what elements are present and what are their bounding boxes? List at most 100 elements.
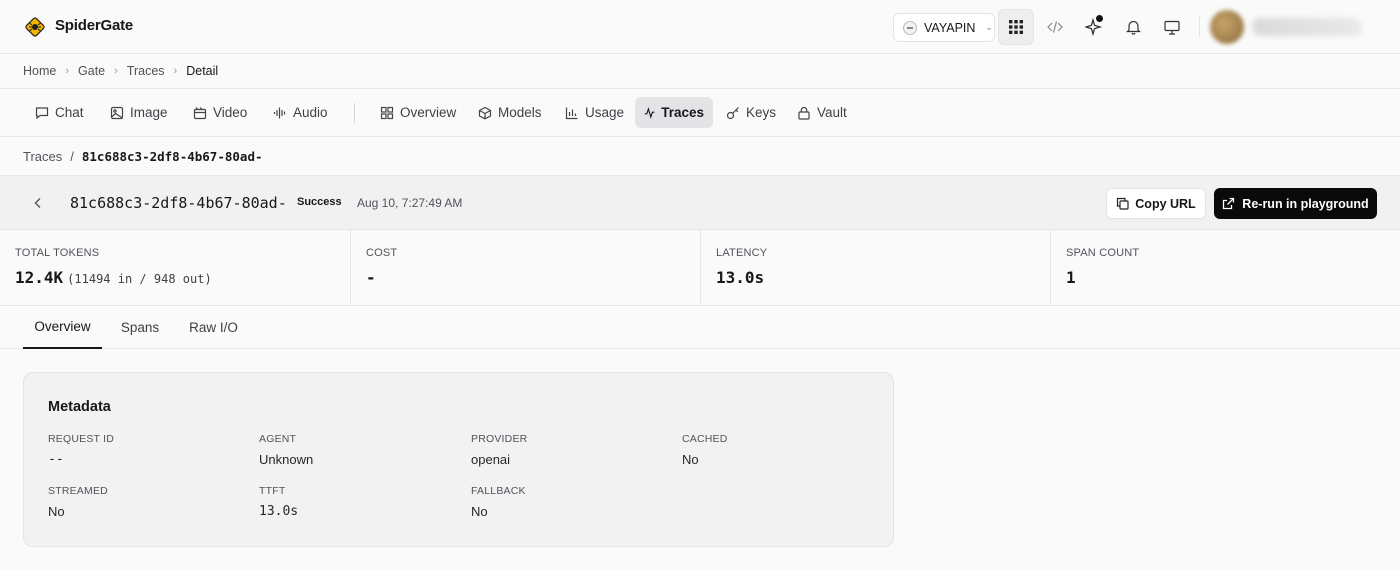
image-icon xyxy=(110,106,124,119)
key-icon xyxy=(726,106,739,119)
audio-waveform-icon xyxy=(273,107,286,118)
stat-label: COST xyxy=(366,247,398,259)
top-bar: SpiderGate VAYAPIN ⌄ xyxy=(0,0,1400,54)
field-value: 13.0s xyxy=(259,504,299,519)
nav-label: Usage xyxy=(585,105,625,120)
chevron-right-icon: › xyxy=(173,65,178,77)
chevron-right-icon: › xyxy=(114,65,118,77)
field-key: STREAMED xyxy=(48,485,108,497)
nav-label: Vault xyxy=(817,105,847,120)
stat-value: - xyxy=(366,268,376,287)
breadcrumb-traces[interactable]: Traces xyxy=(127,64,165,78)
copy-url-label: Copy URL xyxy=(1135,196,1196,211)
notifications-button[interactable] xyxy=(1115,9,1151,45)
code-icon xyxy=(1047,21,1063,33)
org-name: VAYAPIN xyxy=(924,20,976,35)
trace-timestamp: Aug 10, 7:27:49 AM xyxy=(357,196,463,210)
stat-value: 1 xyxy=(1066,268,1076,287)
nav-item-chat[interactable]: Chat xyxy=(26,97,93,128)
breadcrumb-detail: Detail xyxy=(186,64,219,78)
nav-label: Models xyxy=(498,105,542,120)
section-nav: Chat Image Video Audio Overview Models U… xyxy=(0,89,1400,137)
nav-item-models[interactable]: Models xyxy=(469,97,551,128)
field-request-id: REQUEST ID -- xyxy=(48,433,114,467)
field-streamed: STREAMED No xyxy=(48,485,108,519)
chevron-down-icon: ⌄ xyxy=(985,22,993,32)
stat-latency: LATENCY 13.0s xyxy=(700,230,1050,306)
apps-grid-button[interactable] xyxy=(998,9,1034,45)
field-key: TTFT xyxy=(259,485,286,497)
field-value: openai xyxy=(471,452,511,467)
breadcrumb-home[interactable]: Home xyxy=(23,64,56,78)
trace-path: Traces / 81c688c3-2df8-4b67-80ad- xyxy=(23,149,263,164)
nav-item-usage[interactable]: Usage xyxy=(556,97,633,128)
grid-icon xyxy=(380,106,394,119)
field-value: No xyxy=(48,504,65,519)
cube-icon xyxy=(478,106,492,119)
status-badge: Success xyxy=(297,196,342,208)
breadcrumb: Home › Gate › Traces › Detail xyxy=(0,54,1400,89)
field-provider: PROVIDER openai xyxy=(471,433,527,467)
chevron-left-icon xyxy=(34,198,41,208)
back-button[interactable] xyxy=(27,192,49,214)
rerun-label: Re-run in playground xyxy=(1242,196,1369,211)
nav-item-keys[interactable]: Keys xyxy=(717,97,785,128)
field-value: Unknown xyxy=(259,452,314,467)
external-link-icon xyxy=(1223,197,1235,210)
field-key: REQUEST ID xyxy=(48,433,114,445)
monitor-icon xyxy=(1164,20,1180,35)
nav-item-video[interactable]: Video xyxy=(184,97,256,128)
stat-label: LATENCY xyxy=(716,247,768,259)
nav-label: Overview xyxy=(400,105,457,120)
breadcrumb-gate[interactable]: Gate xyxy=(78,64,105,78)
stats-row: TOTAL TOKENS 12.4K (11494 in / 948 out) C… xyxy=(0,230,1400,306)
stat-cost: COST - xyxy=(350,230,700,306)
film-icon xyxy=(193,106,207,119)
tab-raw-io[interactable]: Raw I/O xyxy=(180,306,247,348)
detail-tabs: Overview Spans Raw I/O xyxy=(0,306,1400,349)
nav-item-image[interactable]: Image xyxy=(101,97,177,128)
nav-label: Chat xyxy=(55,105,84,120)
nav-divider xyxy=(354,103,355,123)
code-button[interactable] xyxy=(1037,9,1073,45)
stat-total-tokens: TOTAL TOKENS 12.4K (11494 in / 948 out) xyxy=(0,230,350,306)
grid-dots-icon xyxy=(1009,20,1023,34)
bar-chart-icon xyxy=(565,107,578,119)
rerun-playground-button[interactable]: Re-run in playground xyxy=(1214,188,1377,219)
nav-item-audio[interactable]: Audio xyxy=(264,97,337,128)
user-avatar[interactable] xyxy=(1210,10,1244,44)
field-ttft: TTFT 13.0s xyxy=(259,485,298,519)
nav-item-traces[interactable]: Traces xyxy=(635,97,713,128)
ai-sparkle-button[interactable] xyxy=(1076,9,1112,45)
spider-logo-icon[interactable] xyxy=(23,15,47,39)
stat-value: 13.0s xyxy=(716,268,765,287)
display-button[interactable] xyxy=(1154,9,1190,45)
trace-path-separator: / xyxy=(70,149,74,164)
org-selector[interactable]: VAYAPIN ⌄ xyxy=(893,13,995,42)
field-value: -- xyxy=(48,452,64,467)
field-fallback: FALLBACK No xyxy=(471,485,526,519)
chevron-right-icon: › xyxy=(65,65,70,77)
nav-label: Video xyxy=(213,105,248,120)
user-name-blurred[interactable] xyxy=(1252,18,1362,36)
nav-item-overview[interactable]: Overview xyxy=(371,97,465,128)
field-key: CACHED xyxy=(682,433,728,445)
field-value: No xyxy=(471,504,488,519)
nav-label: Traces xyxy=(661,105,704,120)
field-key: PROVIDER xyxy=(471,433,528,445)
field-agent: AGENT Unknown xyxy=(259,433,313,467)
activity-icon xyxy=(644,106,655,119)
metadata-card: Metadata REQUEST ID -- AGENT Unknown PRO… xyxy=(23,372,894,547)
tab-spans[interactable]: Spans xyxy=(112,306,168,348)
copy-url-button[interactable]: Copy URL xyxy=(1106,188,1206,219)
trace-path-root[interactable]: Traces xyxy=(23,149,62,164)
brand-name[interactable]: SpiderGate xyxy=(55,17,133,34)
nav-label: Audio xyxy=(293,105,328,120)
nav-item-vault[interactable]: Vault xyxy=(788,97,856,128)
nav-label: Keys xyxy=(746,105,777,120)
tab-overview[interactable]: Overview xyxy=(23,306,102,349)
trace-header: 81c688c3-2df8-4b67-80ad- Success Aug 10,… xyxy=(0,175,1400,230)
field-cached: CACHED No xyxy=(682,433,728,467)
stat-label: TOTAL TOKENS xyxy=(15,247,100,259)
copy-icon xyxy=(1117,197,1129,210)
